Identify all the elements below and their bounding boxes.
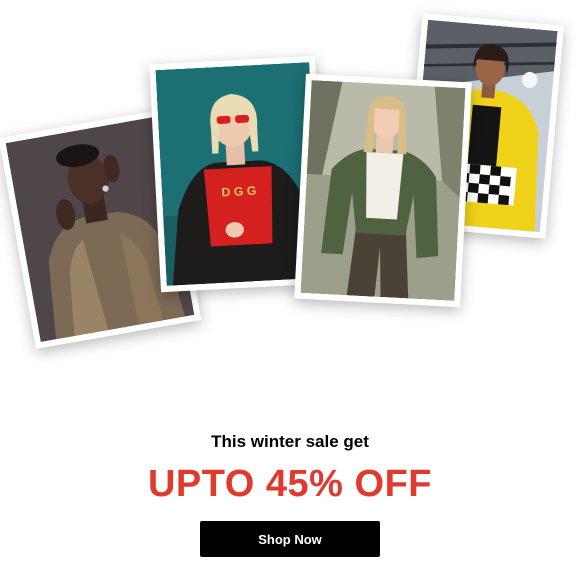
- model-green-blazer-photo: [300, 80, 466, 301]
- svg-text:D G G: D G G: [221, 184, 257, 200]
- discount-offer: UPTO 45% OFF: [147, 463, 433, 505]
- shop-now-button[interactable]: Shop Now: [200, 521, 380, 557]
- sale-headline: This winter sale get: [211, 432, 369, 451]
- promo-banner: D G G This winter sale get UPTO 45% OFF …: [0, 0, 580, 587]
- photo-card-green-blazer: [294, 73, 472, 308]
